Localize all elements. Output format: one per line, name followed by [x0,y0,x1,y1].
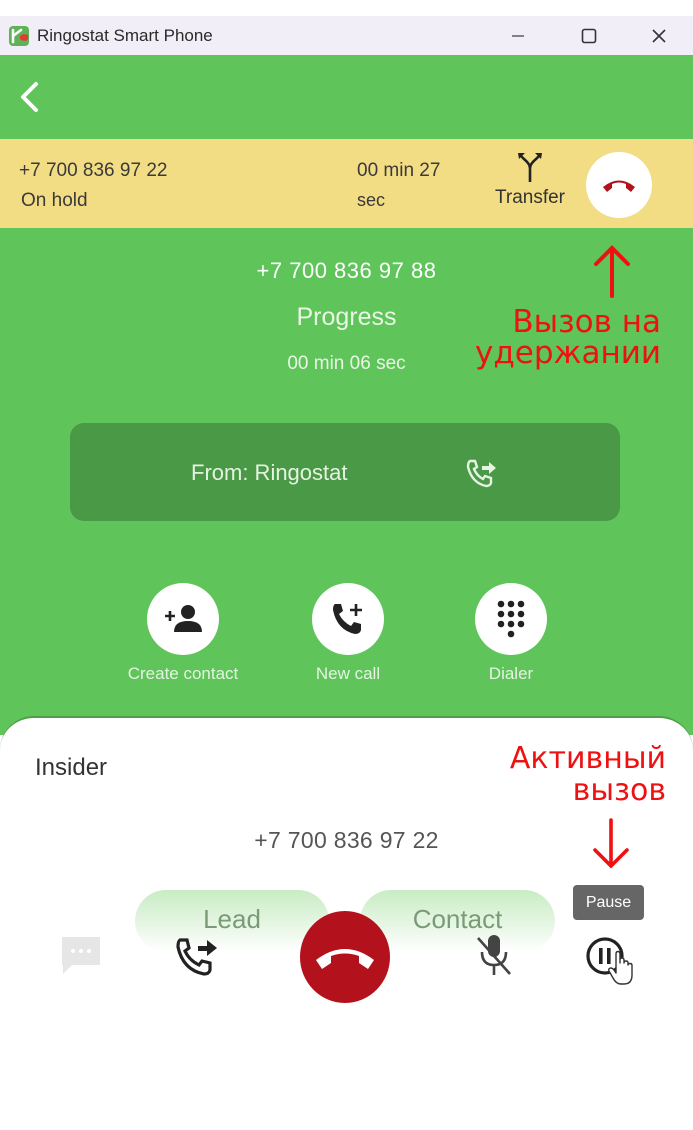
pause-button[interactable] [583,934,639,990]
annotation-active-call: Активный вызов [510,744,666,806]
annotation-on-hold-line2: удержании [474,335,661,371]
annotation-active-line1: Активный [509,741,666,776]
chevron-left-icon [21,82,38,112]
dialer-label: Dialer [488,664,534,683]
phone-add-icon [333,604,362,634]
create-contact-button[interactable] [147,583,219,655]
create-contact-label: Create contact [127,664,239,683]
held-call-duration: 00 min 27 [357,160,441,181]
new-call-action[interactable]: New call [278,583,418,684]
dialer-button[interactable] [475,583,547,655]
annotation-arrow-down [593,818,629,869]
window-title: Ringostat Smart Phone [37,25,213,45]
phone-forward-icon [176,938,217,976]
mic-off-icon [477,935,511,975]
held-call-status: On hold [21,190,88,211]
window-titlebar: Ringostat Smart Phone [0,16,693,55]
create-contact-action[interactable]: Create contact [113,583,253,684]
dialer-action[interactable]: Dialer [441,583,581,684]
dialpad-icon [497,600,525,638]
close-button[interactable] [634,16,684,55]
held-call-duration-unit: sec [357,190,386,210]
from-line-label: From: Ringostat [191,460,348,485]
contact-button[interactable]: Contact [360,890,555,952]
annotation-on-hold-line1: Вызов на [512,304,661,340]
chat-bubble-icon [62,937,100,974]
top-strip [0,0,693,16]
new-call-label: New call [315,664,381,683]
transfer-button[interactable]: Transfer [488,150,572,222]
back-button[interactable] [14,78,46,116]
transfer-label: Transfer [494,187,566,208]
mute-button[interactable] [470,930,518,980]
phone-hangup-icon [603,180,635,192]
maximize-button[interactable] [564,16,614,55]
held-call-hangup-button[interactable] [586,152,652,218]
chat-button[interactable] [59,934,103,976]
annotation-active-line2: вызов [572,773,666,808]
phone-hangup-icon [316,949,374,969]
ringostat-logo-icon [9,25,31,46]
lead-button[interactable]: Lead [135,890,329,952]
current-call-number: +7 700 836 97 88 [256,258,437,283]
pause-circle-icon [586,937,633,985]
phone-forward-icon [464,457,498,489]
pause-tooltip: Pause [573,885,644,920]
hangup-button[interactable] [300,911,390,1003]
minimize-button[interactable] [493,16,543,55]
annotation-arrow-up [594,245,630,298]
merge-arrows-icon [518,153,542,182]
new-call-button[interactable] [312,583,384,655]
transfer-call-button[interactable] [172,932,222,980]
hand-cursor-icon [608,950,633,985]
held-call-number: +7 700 836 97 22 [19,160,168,181]
annotation-on-hold: Вызов на удержании [475,307,661,369]
add-person-icon [165,605,202,632]
active-call-name: Insider [35,754,108,781]
active-call-number: +7 700 836 97 22 [254,827,439,853]
